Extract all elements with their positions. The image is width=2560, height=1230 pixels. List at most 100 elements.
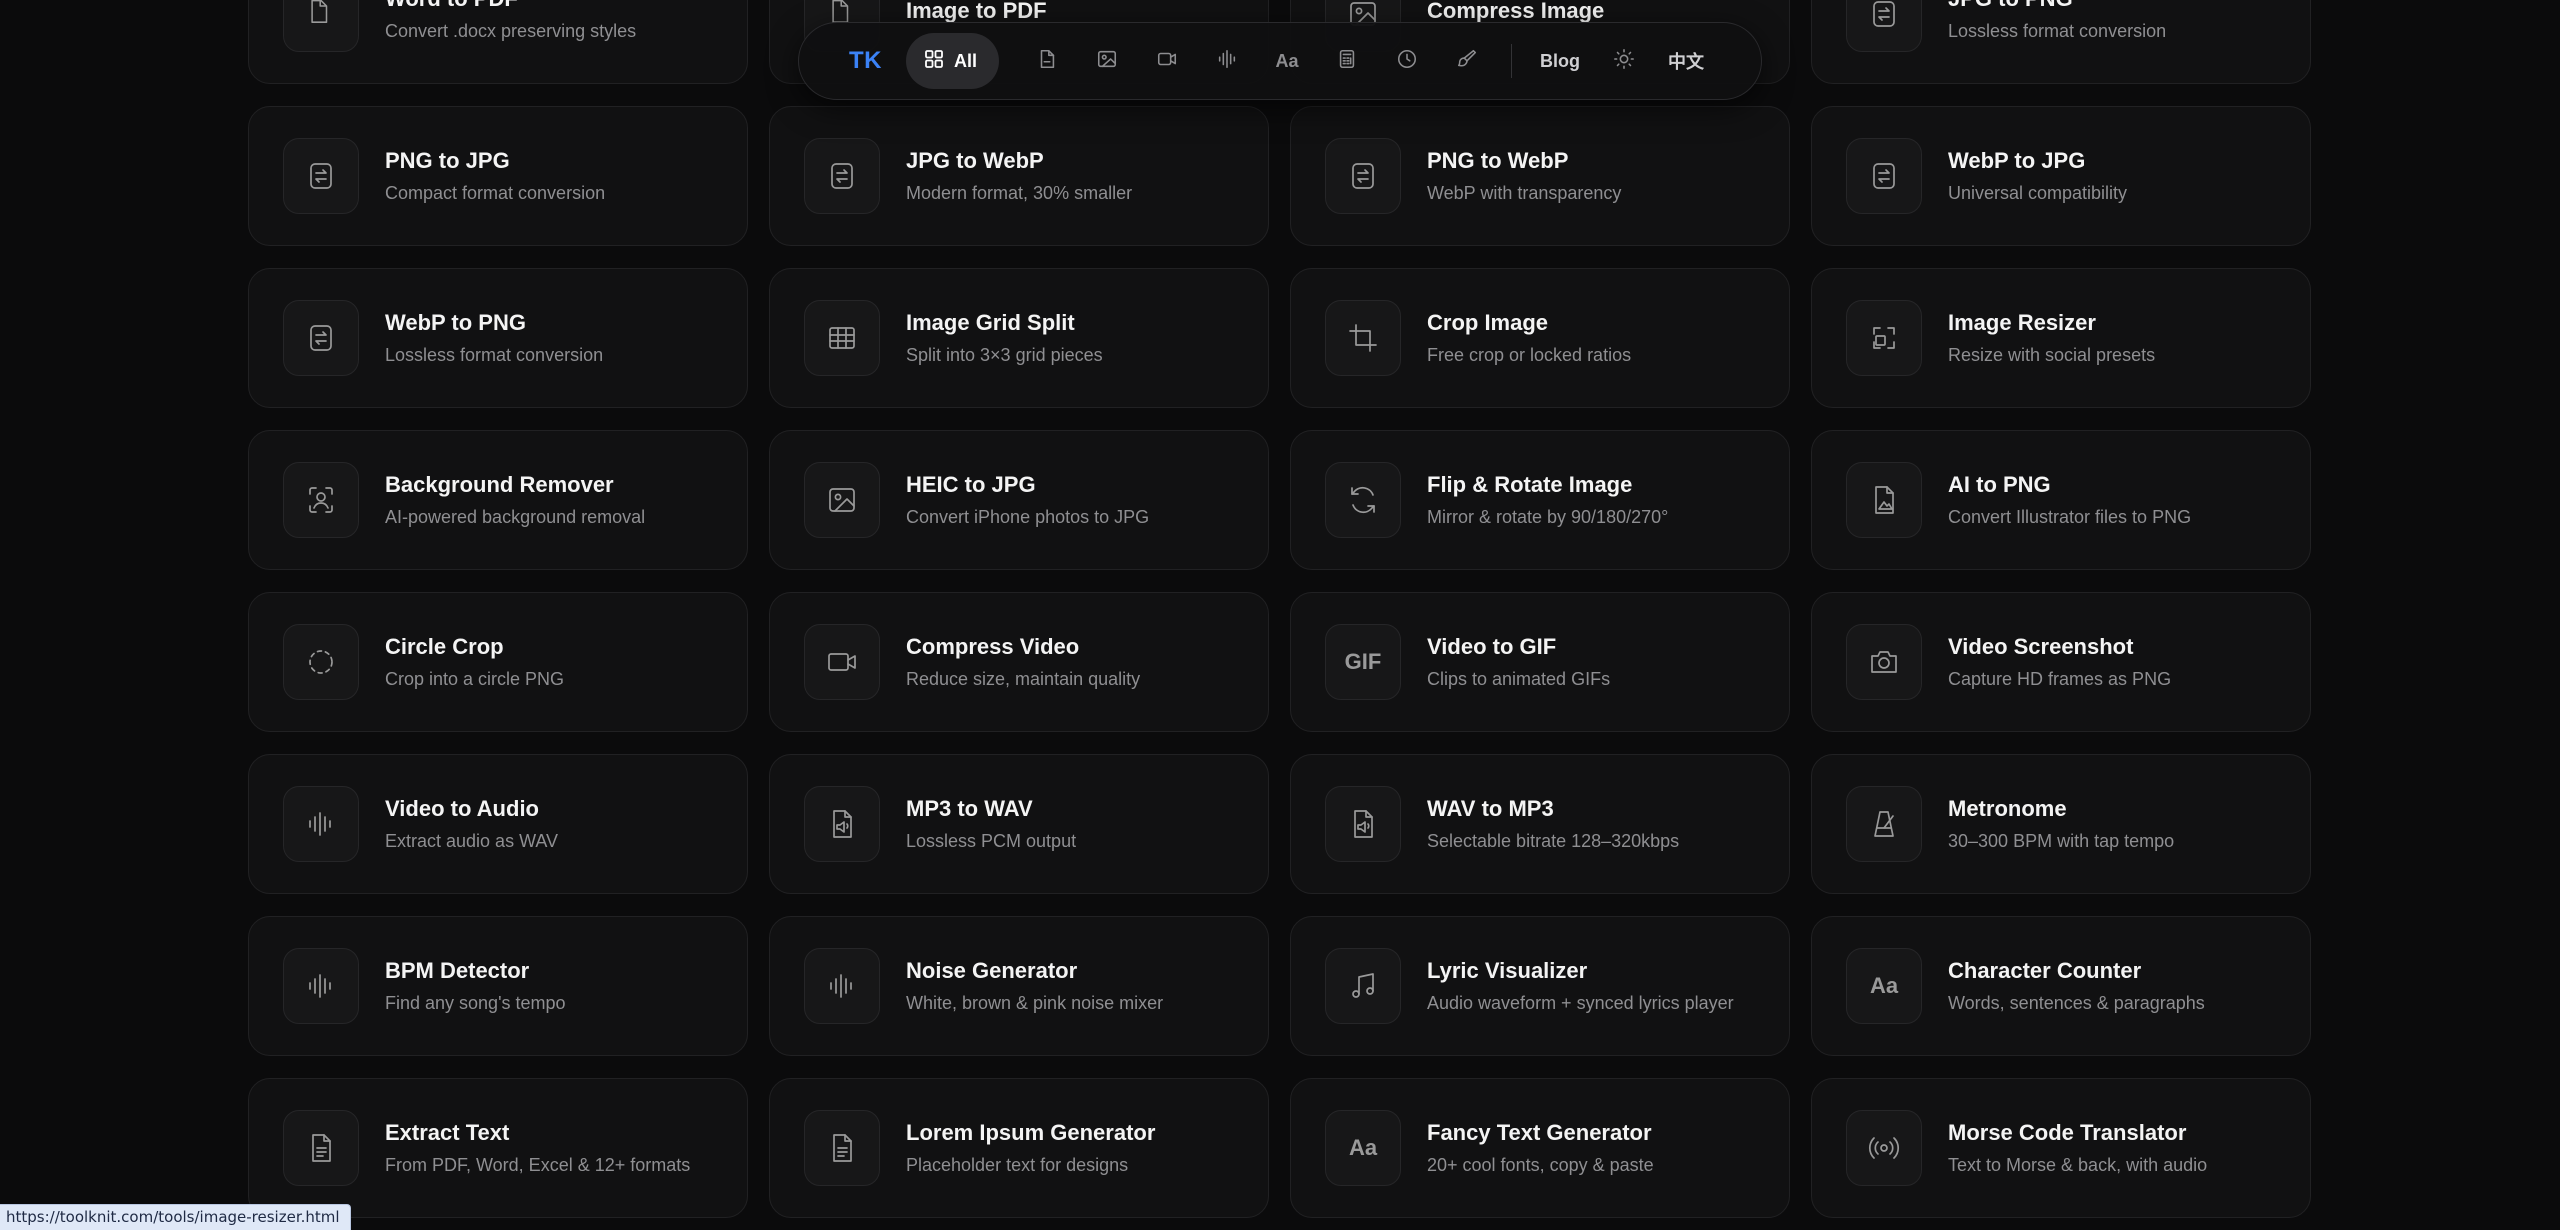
language-switch[interactable]: 中文 [1654,48,1718,74]
card-text: Image Resizer Resize with social presets [1948,309,2155,367]
category-image-button[interactable] [1077,33,1137,89]
card-description: Audio waveform + synced lyrics player [1427,993,1734,1013]
tool-card-heic-to-jpg[interactable]: HEIC to JPG Convert iPhone photos to JPG [769,430,1269,570]
tool-card-morse-code-translator[interactable]: Morse Code Translator Text to Morse & bac… [1811,1078,2311,1218]
card-title: Flip & Rotate Image [1427,472,1633,497]
category-video-button[interactable] [1137,33,1197,89]
category-pdf-button[interactable] [1017,33,1077,89]
card-title: Morse Code Translator [1948,1120,2187,1145]
status-bar-url: https://toolknit.com/tools/image-resizer… [0,1204,351,1230]
card-description: Reduce size, maintain quality [906,669,1141,689]
card-title: JPG to PNG [1948,0,2166,13]
card-text: Compress Video Reduce size, maintain qual… [906,633,1140,691]
card-title: Circle Crop [385,634,504,659]
tool-card-bpm-detector[interactable]: BPM Detector Find any song's tempo [248,916,748,1056]
card-text: PNG to JPG Compact format conversion [385,147,605,205]
grid-icon [924,49,944,74]
tool-card-image-resizer[interactable]: Image Resizer Resize with social presets [1811,268,2311,408]
card-description: AI-powered background removal [385,507,646,527]
category-calculator-button[interactable] [1317,33,1377,89]
card-text: MP3 to WAV Lossless PCM output [906,795,1076,853]
tool-card-video-screenshot[interactable]: Video Screenshot Capture HD frames as PNG [1811,592,2311,732]
tool-card-metronome[interactable]: Metronome 30–300 BPM with tap tempo [1811,754,2311,894]
category-time-button[interactable] [1377,33,1437,89]
tool-card-lorem-ipsum-generator[interactable]: Lorem Ipsum Generator Placeholder text fo… [769,1078,1269,1218]
card-text: AI to PNG Convert Illustrator files to PN… [1948,471,2191,529]
convert-icon [283,300,359,376]
card-title: WebP to PNG [385,310,526,335]
tool-card-circle-crop[interactable]: Circle Crop Crop into a circle PNG [248,592,748,732]
card-title: Video Screenshot [1948,634,2134,659]
tool-card-compress-video[interactable]: Compress Video Reduce size, maintain qual… [769,592,1269,732]
tool-card-ai-to-png[interactable]: AI to PNG Convert Illustrator files to PN… [1811,430,2311,570]
category-text-button[interactable]: Aa [1257,33,1317,89]
tool-card-background-remover[interactable]: Background Remover AI-powered background … [248,430,748,570]
tool-card-image-grid-split[interactable]: Image Grid Split Split into 3×3 grid piec… [769,268,1269,408]
tool-card-lyric-visualizer[interactable]: Lyric Visualizer Audio waveform + synced … [1290,916,1790,1056]
tool-card-png-to-webp[interactable]: PNG to WebP WebP with transparency [1290,106,1790,246]
convert-icon [804,138,880,214]
clock-icon [1396,48,1418,75]
sun-icon [1613,48,1635,75]
card-description: Convert iPhone photos to JPG [906,507,1150,527]
category-design-button[interactable] [1437,33,1497,89]
card-description: Clips to animated GIFs [1427,669,1611,689]
tool-card-video-to-gif[interactable]: GIF Video to GIF Clips to animated GIFs [1290,592,1790,732]
tool-card-png-to-jpg[interactable]: PNG to JPG Compact format conversion [248,106,748,246]
card-text: Circle Crop Crop into a circle PNG [385,633,564,691]
card-description: Lossless format conversion [1948,21,2167,41]
card-title: MP3 to WAV [906,796,1033,821]
card-text: WAV to MP3 Selectable bitrate 128–320kbps [1427,795,1679,853]
file-image-icon [1846,462,1922,538]
card-description: Lossless PCM output [906,831,1077,851]
card-text: WebP to JPG Universal compatibility [1948,147,2127,205]
pdf-icon [1036,48,1058,75]
card-icon-glyph: Aa [1869,973,1899,998]
tool-card-webp-to-jpg[interactable]: WebP to JPG Universal compatibility [1811,106,2311,246]
blog-link[interactable]: Blog [1526,51,1594,72]
floating-toolbar: TK All Aa Blog 中文 [798,22,1762,100]
card-description: Resize with social presets [1948,345,2156,365]
tool-card-webp-to-png[interactable]: WebP to PNG Lossless format conversion [248,268,748,408]
card-title: JPG to WebP [906,148,1044,173]
category-all-button[interactable]: All [906,33,1000,89]
card-title: Image Resizer [1948,310,2096,335]
card-title: Word to PDF [385,0,636,13]
video-icon [1156,48,1178,75]
tool-card-jpg-to-webp[interactable]: JPG to WebP Modern format, 30% smaller [769,106,1269,246]
card-description: Capture HD frames as PNG [1948,669,2172,689]
tool-card-jpg-to-png[interactable]: JPG to PNG Lossless format conversion [1811,0,2311,84]
card-text: HEIC to JPG Convert iPhone photos to JPG [906,471,1149,529]
category-audio-button[interactable] [1197,33,1257,89]
card-description: Split into 3×3 grid pieces [906,345,1103,365]
dashed-circle-icon [283,624,359,700]
tool-card-flip-rotate-image[interactable]: Flip & Rotate Image Mirror & rotate by 90… [1290,430,1790,570]
music-note-icon [1325,948,1401,1024]
tool-card-extract-text[interactable]: Extract Text From PDF, Word, Excel & 12+ … [248,1078,748,1218]
card-title: WebP to JPG [1948,148,2086,173]
video-icon [804,624,880,700]
tool-card-noise-generator[interactable]: Noise Generator White, brown & pink noise… [769,916,1269,1056]
card-title: Image Grid Split [906,310,1075,335]
gif-icon: GIF [1325,624,1401,700]
tool-card-fancy-text-generator[interactable]: Aa Fancy Text Generator 20+ cool fonts, co… [1290,1078,1790,1218]
tool-card-character-counter[interactable]: Aa Character Counter Words, sentences & pa… [1811,916,2311,1056]
tool-card-crop-image[interactable]: Crop Image Free crop or locked ratios [1290,268,1790,408]
tool-card-mp3-to-wav[interactable]: MP3 to WAV Lossless PCM output [769,754,1269,894]
card-icon-glyph: GIF [1344,649,1382,674]
card-title: Video to Audio [385,796,539,821]
site-logo[interactable]: TK [849,47,882,75]
card-text: Video to Audio Extract audio as WAV [385,795,558,853]
resize-icon [1846,300,1922,376]
tool-card-video-to-audio[interactable]: Video to Audio Extract audio as WAV [248,754,748,894]
card-text: Metronome 30–300 BPM with tap tempo [1948,795,2174,853]
theme-toggle-button[interactable] [1594,33,1654,89]
card-description: Convert Illustrator files to PNG [1948,507,2192,527]
tool-card-word-to-pdf[interactable]: Word to PDF Convert .docx preserving styl… [248,0,748,84]
image-icon [804,462,880,538]
card-description: Free crop or locked ratios [1427,345,1632,365]
card-title: BPM Detector [385,958,530,983]
card-text: Lyric Visualizer Audio waveform + synced … [1427,957,1734,1015]
card-text: Fancy Text Generator 20+ cool fonts, copy… [1427,1119,1654,1177]
tool-card-wav-to-mp3[interactable]: WAV to MP3 Selectable bitrate 128–320kbps [1290,754,1790,894]
